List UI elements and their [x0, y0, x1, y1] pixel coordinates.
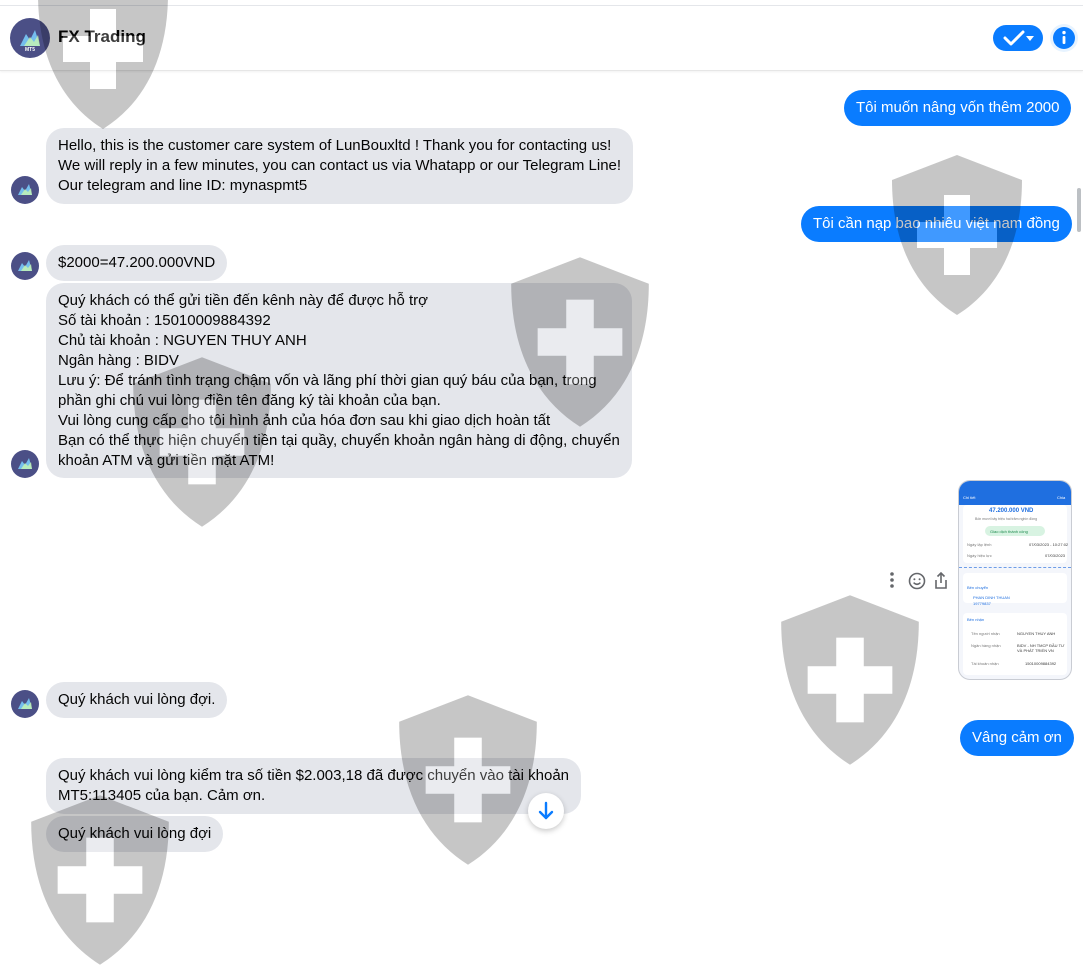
- page-avatar[interactable]: MT5: [10, 18, 50, 58]
- logo-text: MT5: [25, 47, 35, 53]
- receipt-row-label: Tên người nhận: [971, 631, 1000, 636]
- receipt-row-value: 07/03/2023: [1045, 553, 1066, 558]
- receipt-receiver-label: Bên nhận: [967, 617, 985, 622]
- receipt-sender-name: PHAN DINH THUAN: [973, 595, 1010, 600]
- react-button[interactable]: [907, 571, 927, 591]
- incoming-message[interactable]: Quý khách vui lòng đợi.: [46, 682, 228, 718]
- receipt-row-label: Ngày hiệu lực: [967, 553, 992, 558]
- mt5-logo-icon: [18, 184, 32, 195]
- receipt-row-label: Ngày lập lệnh: [967, 542, 992, 547]
- scrollbar-thumb[interactable]: [1077, 188, 1081, 232]
- receipt-row-value: NGUYEN THUY ANH: [1017, 631, 1056, 636]
- receipt-row-value: BIDV - NH TMCP ĐẦU TƯ VÀ PHÁT TRIỂN VN: [1017, 643, 1065, 653]
- page-avatar: [11, 252, 39, 280]
- more-button[interactable]: [884, 571, 900, 589]
- check-icon: [1003, 30, 1025, 46]
- shield-watermark-icon: [781, 595, 919, 765]
- info-button[interactable]: [1050, 24, 1078, 52]
- arrow-down-icon: [538, 801, 554, 820]
- incoming-message[interactable]: Hello, this is the customer care system …: [46, 128, 634, 204]
- page-avatar: [11, 690, 39, 718]
- receipt-row-label: Ngân hàng nhận: [971, 643, 1001, 648]
- share-button[interactable]: [931, 571, 951, 591]
- outgoing-message[interactable]: Vâng cảm ơn: [960, 720, 1074, 756]
- info-icon: [1053, 27, 1075, 49]
- incoming-message[interactable]: $2000=47.200.000VND: [46, 245, 228, 281]
- page-avatar: [11, 450, 39, 478]
- receipt-amount: 47.200.000 VND: [989, 508, 1034, 514]
- receipt-status: Giao dịch thành công: [990, 529, 1028, 534]
- mt5-logo-icon: [18, 698, 32, 709]
- outgoing-message[interactable]: Tôi cần nạp bao nhiêu việt nam đồng: [801, 206, 1072, 242]
- more-icon: [890, 572, 894, 588]
- receipt-divider: [959, 567, 1071, 568]
- receipt-row-value: 15010009884392: [1025, 661, 1057, 666]
- conversation-header: MT5 FX Trading: [0, 6, 1083, 71]
- receipt-share-link: Chia: [1057, 495, 1066, 500]
- share-icon: [935, 571, 947, 589]
- dropdown-caret-icon: [1026, 36, 1034, 41]
- conversation-title: FX Trading: [58, 27, 146, 46]
- incoming-message[interactable]: Quý khách có thể gửi tiền đến kênh này đ…: [46, 283, 632, 478]
- emoji-icon: [908, 572, 926, 590]
- receipt-row-value: 07/03/2023 - 10:27:02: [1029, 542, 1069, 547]
- incoming-message[interactable]: Quý khách vui lòng đợi: [46, 816, 224, 852]
- scroll-to-bottom-button[interactable]: [528, 793, 564, 829]
- page-avatar: [11, 176, 39, 204]
- receipt-amount-words: Bốn mươi bảy triệu hai trăm nghìn đồng: [975, 517, 1038, 521]
- receipt-sender-account: 19779837: [973, 601, 991, 606]
- mark-done-button[interactable]: [993, 25, 1043, 51]
- receipt-sender-label: Bên chuyển: [967, 585, 989, 590]
- mt5-logo-icon: [18, 458, 32, 469]
- receipt-image[interactable]: Chi tiết Chia 47.200.000 VND Bốn mươi bả…: [958, 480, 1072, 680]
- receipt-back-link: Chi tiết: [963, 495, 976, 500]
- outgoing-message[interactable]: Tôi muốn nâng vốn thêm 2000: [844, 90, 1072, 126]
- receipt-row-label: Tài khoản nhận: [971, 661, 999, 666]
- mt5-logo-icon: [18, 260, 32, 271]
- incoming-message[interactable]: Quý khách vui lòng kiểm tra số tiền $2.0…: [46, 758, 582, 814]
- receipt-topbar: [959, 481, 1071, 505]
